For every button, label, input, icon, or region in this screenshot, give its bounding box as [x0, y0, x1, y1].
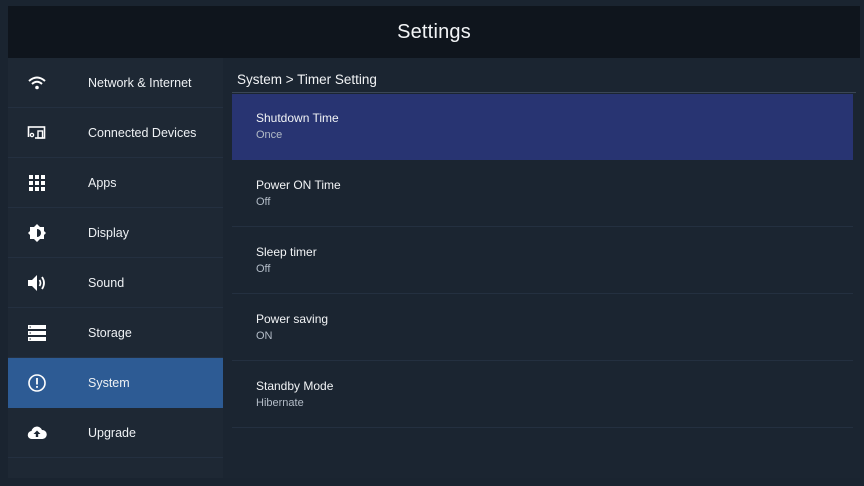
- sidebar-item-system[interactable]: System: [8, 358, 223, 408]
- sidebar-item-label: Network & Internet: [88, 75, 192, 90]
- sidebar-item-display[interactable]: Display: [8, 208, 223, 258]
- sidebar: Network & Internet Connected Devices App…: [8, 58, 223, 478]
- settings-window: Settings Network & Internet Connected De…: [8, 6, 860, 478]
- option-name: Standby Mode: [256, 379, 334, 393]
- devices-icon: [26, 122, 48, 144]
- page-title: Settings: [397, 20, 471, 43]
- breadcrumb: System > Timer Setting: [237, 72, 377, 87]
- option-name: Shutdown Time: [256, 111, 339, 125]
- option-value: Hibernate: [256, 397, 304, 409]
- sidebar-item-apps[interactable]: Apps: [8, 158, 223, 208]
- sidebar-item-label: Apps: [88, 175, 117, 190]
- option-value: Off: [256, 196, 271, 208]
- breadcrumb-divider: [232, 92, 856, 93]
- option-name: Power saving: [256, 312, 329, 326]
- sidebar-item-upgrade[interactable]: Upgrade: [8, 408, 223, 458]
- sidebar-item-label: Upgrade: [88, 425, 136, 440]
- option-shutdown-time[interactable]: Shutdown Time Once: [232, 94, 853, 160]
- sidebar-item-network[interactable]: Network & Internet: [8, 58, 223, 108]
- apps-grid-icon: [26, 172, 48, 194]
- speaker-icon: [26, 272, 48, 294]
- option-power-saving[interactable]: Power saving ON: [232, 295, 853, 361]
- header-bar: Settings: [8, 6, 860, 58]
- wifi-icon: [26, 72, 48, 94]
- storage-icon: [26, 322, 48, 344]
- main-panel: System > Timer Setting Shutdown Time Onc…: [223, 58, 860, 478]
- option-power-on-time[interactable]: Power ON Time Off: [232, 161, 853, 227]
- sidebar-item-label: Display: [88, 225, 129, 240]
- sidebar-item-label: System: [88, 375, 130, 390]
- option-sleep-timer[interactable]: Sleep timer Off: [232, 228, 853, 294]
- sidebar-item-label: Connected Devices: [88, 125, 197, 140]
- sidebar-item-connected-devices[interactable]: Connected Devices: [8, 108, 223, 158]
- sidebar-item-sound[interactable]: Sound: [8, 258, 223, 308]
- sidebar-item-label: Storage: [88, 325, 132, 340]
- info-circle-icon: [26, 372, 48, 394]
- option-name: Power ON Time: [256, 178, 341, 192]
- sidebar-item-storage[interactable]: Storage: [8, 308, 223, 358]
- brightness-icon: [26, 222, 48, 244]
- option-value: ON: [256, 330, 273, 342]
- option-name: Sleep timer: [256, 245, 317, 259]
- option-standby-mode[interactable]: Standby Mode Hibernate: [232, 362, 853, 428]
- option-value: Off: [256, 263, 271, 275]
- option-value: Once: [256, 129, 283, 141]
- cloud-upload-icon: [26, 422, 48, 444]
- sidebar-item-label: Sound: [88, 275, 125, 290]
